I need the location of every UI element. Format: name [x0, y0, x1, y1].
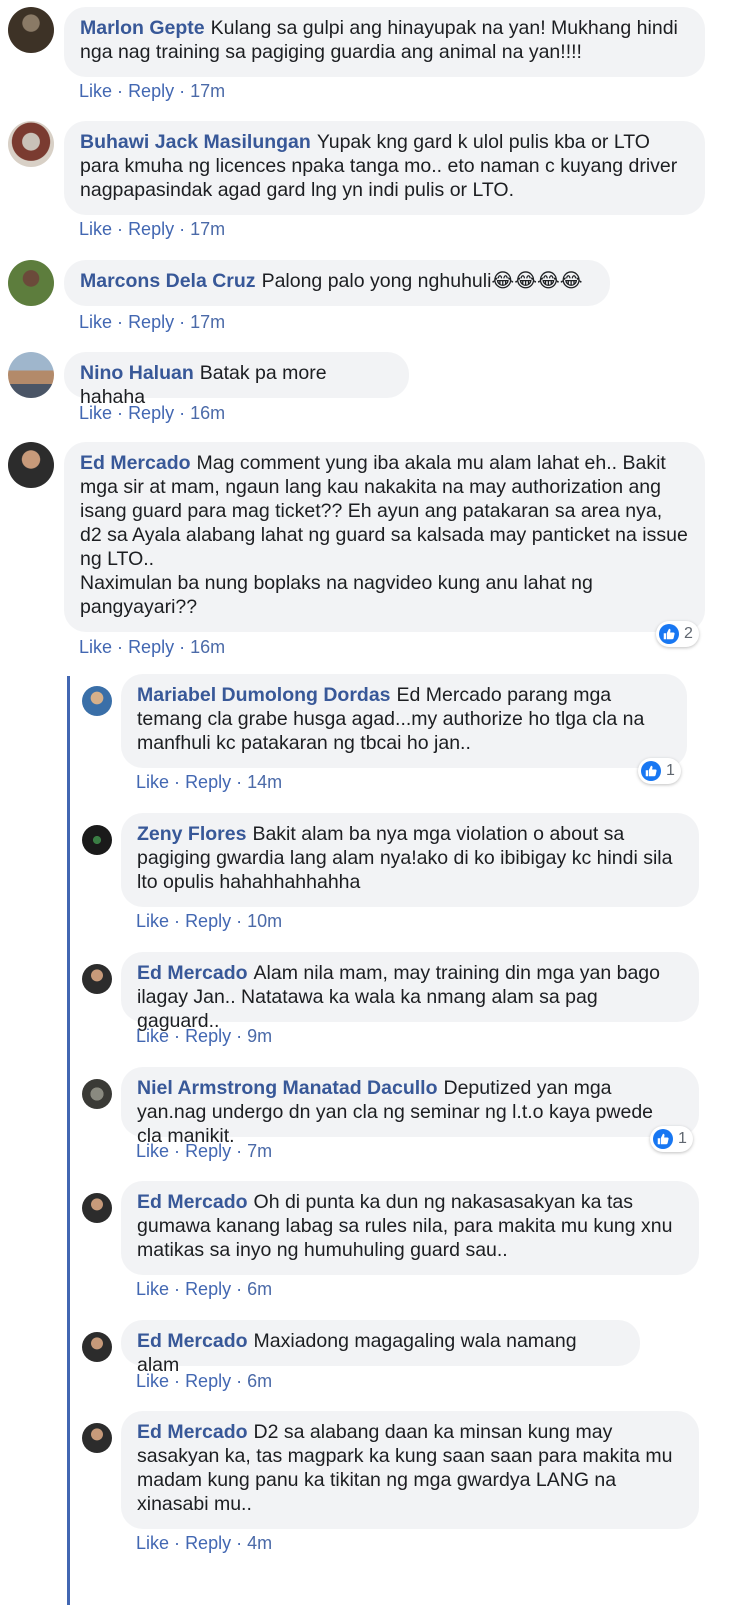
comment-actions: Like · Reply · 17m — [79, 81, 226, 101]
avatar[interactable] — [82, 686, 112, 716]
reply-thread-line — [67, 676, 70, 1605]
comment-text: Palong palo yong nghuhuli — [261, 270, 492, 292]
reply-bubble: Zeny Flores Bakit alam ba nya mga violati… — [121, 813, 699, 907]
reply-link[interactable]: Reply — [128, 403, 174, 423]
reply-bubble: Ed Mercado Oh di punta ka dun ng nakasasa… — [121, 1181, 699, 1275]
like-link[interactable]: Like — [79, 312, 112, 332]
comment-actions: Like · Reply · 16m — [79, 637, 226, 657]
comment-timestamp[interactable]: 17m — [190, 81, 225, 101]
reply-timestamp[interactable]: 9m — [247, 1026, 272, 1046]
comment-bubble: Buhawi Jack Masilungan Yupak kng gard k u… — [64, 121, 705, 215]
like-link[interactable]: Like — [79, 637, 112, 657]
comment-timestamp[interactable]: 17m — [190, 312, 225, 332]
reply-bubble: Ed Mercado Alam nila mam, may training di… — [121, 952, 699, 1032]
comment-text: Mag comment yung iba akala mu alam lahat… — [80, 452, 688, 618]
comment-actions: Like · Reply · 16m — [79, 403, 226, 423]
reply-timestamp[interactable]: 6m — [247, 1371, 272, 1391]
reply-author[interactable]: Ed Mercado — [137, 962, 248, 984]
reaction-count[interactable]: 1 — [638, 758, 681, 784]
reply-link[interactable]: Reply — [185, 772, 231, 792]
avatar[interactable] — [8, 121, 54, 167]
reply-bubble: Ed Mercado Maxiadong magagaling wala nama… — [121, 1320, 640, 1376]
reply-author[interactable]: Niel Armstrong Manatad Dacullo — [137, 1077, 438, 1099]
reply-author[interactable]: Ed Mercado — [137, 1330, 248, 1352]
avatar[interactable] — [82, 964, 112, 994]
laughing-emoji-icon: 😂😂😂😂 — [491, 269, 583, 292]
comment-bubble: Marlon Gepte Kulang sa gulpi ang hinayupa… — [64, 7, 705, 77]
comment-author[interactable]: Ed Mercado — [80, 452, 191, 474]
reply-timestamp[interactable]: 14m — [247, 772, 282, 792]
avatar[interactable] — [8, 352, 54, 398]
reply-author[interactable]: Zeny Flores — [137, 823, 246, 845]
avatar[interactable] — [82, 1079, 112, 1109]
reply-bubble: Mariabel Dumolong Dordas Ed Mercado paran… — [121, 674, 687, 768]
reply-link[interactable]: Reply — [128, 637, 174, 657]
comment-author[interactable]: Marlon Gepte — [80, 17, 205, 39]
like-link[interactable]: Like — [136, 772, 169, 792]
reaction-number: 2 — [684, 625, 693, 642]
reaction-number: 1 — [666, 762, 675, 779]
reply-author[interactable]: Ed Mercado — [137, 1421, 248, 1443]
reply-timestamp[interactable]: 10m — [247, 911, 282, 931]
like-link[interactable]: Like — [79, 81, 112, 101]
reply-timestamp[interactable]: 6m — [247, 1279, 272, 1299]
avatar[interactable] — [82, 1332, 112, 1362]
reply-author[interactable]: Ed Mercado — [137, 1191, 248, 1213]
reply-link[interactable]: Reply — [185, 1533, 231, 1553]
avatar[interactable] — [8, 7, 54, 53]
comment-bubble: Marcons Dela Cruz Palong palo yong nghuhu… — [64, 260, 610, 306]
like-link[interactable]: Like — [136, 1026, 169, 1046]
like-link[interactable]: Like — [136, 1371, 169, 1391]
reply-link[interactable]: Reply — [185, 911, 231, 931]
comment-author[interactable]: Marcons Dela Cruz — [80, 270, 256, 292]
comment-actions: Like · Reply · 17m — [79, 312, 226, 332]
reply-timestamp[interactable]: 4m — [247, 1533, 272, 1553]
avatar[interactable] — [82, 1423, 112, 1453]
like-link[interactable]: Like — [136, 1533, 169, 1553]
comment-timestamp[interactable]: 16m — [190, 637, 225, 657]
reply-actions: Like · Reply · 6m — [136, 1371, 273, 1391]
thumbs-up-icon — [653, 1129, 673, 1149]
reaction-count[interactable]: 1 — [650, 1126, 693, 1152]
reply-link[interactable]: Reply — [128, 81, 174, 101]
avatar[interactable] — [82, 825, 112, 855]
avatar[interactable] — [8, 260, 54, 306]
reply-author[interactable]: Mariabel Dumolong Dordas — [137, 684, 391, 706]
thumbs-up-icon — [659, 624, 679, 644]
reply-link[interactable]: Reply — [185, 1371, 231, 1391]
reply-actions: Like · Reply · 9m — [136, 1026, 273, 1046]
reply-link[interactable]: Reply — [185, 1279, 231, 1299]
like-link[interactable]: Like — [136, 1141, 169, 1161]
reply-actions: Like · Reply · 6m — [136, 1279, 273, 1299]
reaction-number: 1 — [678, 1130, 687, 1147]
thumbs-up-icon — [641, 761, 661, 781]
reply-link[interactable]: Reply — [128, 312, 174, 332]
like-link[interactable]: Like — [79, 403, 112, 423]
reply-actions: Like · Reply · 4m — [136, 1533, 273, 1553]
reply-actions: Like · Reply · 7m — [136, 1141, 273, 1161]
avatar[interactable] — [8, 442, 54, 488]
reaction-count[interactable]: 2 — [656, 621, 699, 647]
comment-actions: Like · Reply · 17m — [79, 219, 226, 239]
reply-actions: Like · Reply · 14m — [136, 772, 283, 792]
like-link[interactable]: Like — [136, 1279, 169, 1299]
like-link[interactable]: Like — [136, 911, 169, 931]
reply-link[interactable]: Reply — [185, 1141, 231, 1161]
reply-actions: Like · Reply · 10m — [136, 911, 283, 931]
comment-author[interactable]: Nino Haluan — [80, 362, 194, 384]
reply-link[interactable]: Reply — [128, 219, 174, 239]
comment-bubble: Nino Haluan Batak pa more hahaha — [64, 352, 409, 408]
comment-author[interactable]: Buhawi Jack Masilungan — [80, 131, 311, 153]
comment-timestamp[interactable]: 16m — [190, 403, 225, 423]
reply-bubble: Niel Armstrong Manatad Dacullo Deputized … — [121, 1067, 699, 1147]
comment-timestamp[interactable]: 17m — [190, 219, 225, 239]
avatar[interactable] — [82, 1193, 112, 1223]
comment-bubble: Ed Mercado Mag comment yung iba akala mu … — [64, 442, 705, 632]
reply-timestamp[interactable]: 7m — [247, 1141, 272, 1161]
reply-bubble: Ed Mercado D2 sa alabang daan ka minsan k… — [121, 1411, 699, 1529]
reply-link[interactable]: Reply — [185, 1026, 231, 1046]
like-link[interactable]: Like — [79, 219, 112, 239]
